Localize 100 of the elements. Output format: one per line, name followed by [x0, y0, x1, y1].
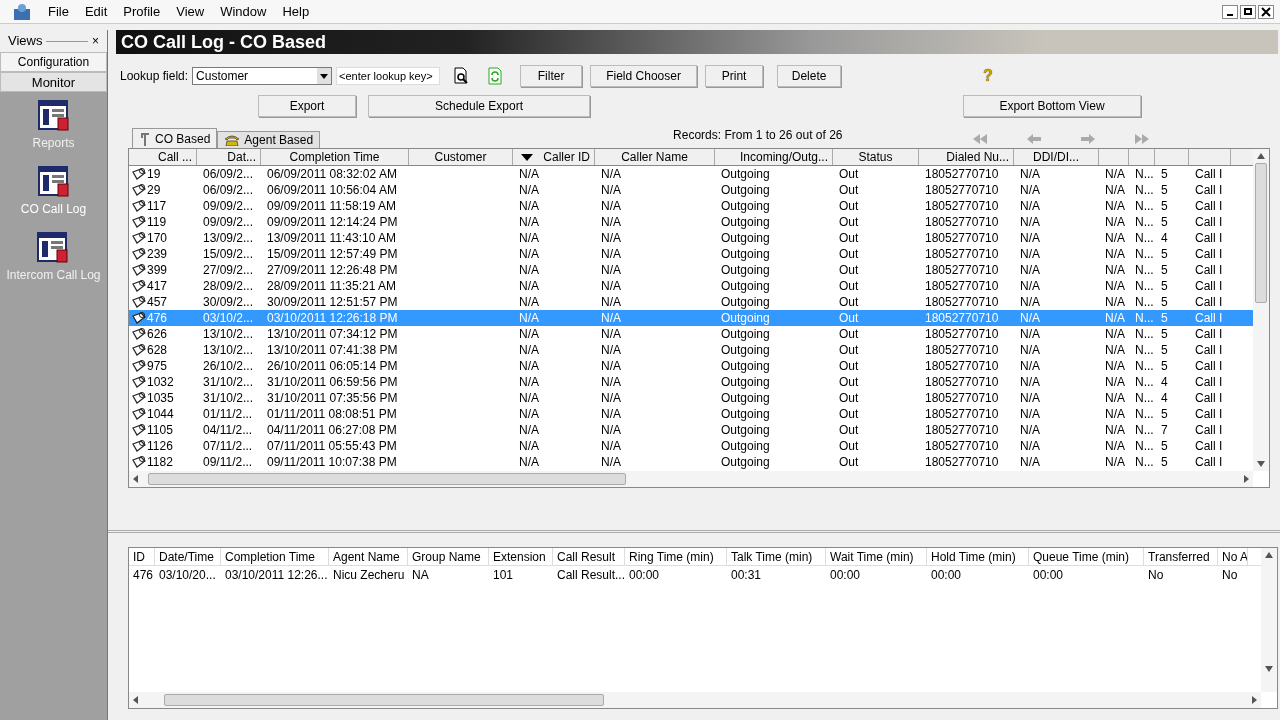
- column-header[interactable]: Dat...: [197, 149, 261, 165]
- up-arrow-icon[interactable]: [1257, 153, 1265, 159]
- table-cell: Call Result...: [557, 568, 625, 582]
- table-row[interactable]: 117 09/09/2... 09/09/2011 11:58:19 AM N/A N/A Outgoing Out 18052770710 N/A N/A N... 5 Call I: [129, 198, 1253, 214]
- column-header[interactable]: ID: [129, 548, 155, 565]
- left-arrow-icon[interactable]: [133, 475, 138, 483]
- column-header[interactable]: Completion Time: [261, 149, 409, 165]
- table-cell-text: Call I: [1195, 278, 1223, 295]
- export-button[interactable]: Schedule Export: [368, 95, 590, 117]
- column-header[interactable]: Transferred: [1144, 548, 1218, 565]
- table-cell: Nicu Zecheru: [333, 568, 405, 582]
- lookup-key-field[interactable]: <enter lookup key>: [336, 67, 441, 85]
- table-row[interactable]: 626 13/10/2... 13/10/2011 07:34:12 PM N/A N/A Outgoing Out 18052770710 N/A N/A N... 5 Call I: [129, 326, 1253, 342]
- phone-icon: [131, 311, 147, 325]
- table-cell-text: Call I: [1195, 310, 1223, 327]
- toolbar-button[interactable]: Filter: [520, 65, 583, 87]
- table-cell-text: Outgoing: [721, 198, 770, 215]
- vertical-scrollbar[interactable]: [1261, 548, 1277, 692]
- table-cell: 101: [493, 568, 514, 582]
- column-header[interactable]: Queue Time (min): [1029, 548, 1144, 565]
- table-cell-text: Call I: [1195, 342, 1223, 359]
- column-header[interactable]: Incoming/Outg...: [715, 149, 833, 165]
- table-row[interactable]: 239 15/09/2... 15/09/2011 12:57:49 PM N/A N/A Outgoing Out 18052770710 N/A N/A N... 5 Call I: [129, 246, 1253, 262]
- column-header[interactable]: Dialed Nu...: [919, 149, 1014, 165]
- table-cell-text: N...: [1135, 406, 1154, 423]
- right-arrow-icon[interactable]: [1252, 696, 1257, 704]
- table-row[interactable]: 1035 31/10/2... 31/10/2011 07:35:56 PM N/A N/A Outgoing Out 18052770710 N/A N/A N... 4 Call I: [129, 390, 1253, 406]
- table-row[interactable]: 628 13/10/2... 13/10/2011 07:41:38 PM N/A N/A Outgoing Out 18052770710 N/A N/A N... 5 Call I: [129, 342, 1253, 358]
- table-cell-text: 13/09/2011 11:43:10 AM: [267, 230, 396, 247]
- table-row[interactable]: 417 28/09/2... 28/09/2011 11:35:21 AM N/A N/A Outgoing Out 18052770710 N/A N/A N... 5 Call I: [129, 278, 1253, 294]
- column-header[interactable]: Caller Name: [595, 149, 715, 165]
- table-cell-text: N/A: [519, 406, 539, 423]
- table-row[interactable]: 119 09/09/2... 09/09/2011 12:14:24 PM N/A N/A Outgoing Out 18052770710 N/A N/A N... 5 Call I: [129, 214, 1253, 230]
- table-row[interactable]: 1126 07/11/2... 07/11/2011 05:55:43 PM N/A N/A Outgoing Out 18052770710 N/A N/A N... 5 Call I: [129, 438, 1253, 454]
- table-cell-text: 5: [1161, 262, 1168, 279]
- table-cell-text: N/A: [519, 294, 539, 311]
- toolbar-button[interactable]: Print: [705, 65, 764, 87]
- vertical-scrollbar[interactable]: [1253, 149, 1269, 471]
- column-header[interactable]: DDI/DI...: [1014, 149, 1099, 165]
- menu-item[interactable]: Help: [274, 1, 318, 22]
- toolbar-button[interactable]: Field Chooser: [590, 65, 698, 87]
- close-button[interactable]: ×: [92, 32, 99, 50]
- table-cell-text: Call I: [1195, 262, 1223, 279]
- table-row[interactable]: 1182 09/11/2... 09/11/2011 10:07:38 PM N/A N/A Outgoing Out 18052770710 N/A N/A N... 5 Call I: [129, 454, 1253, 470]
- horizontal-scrollbar[interactable]: [129, 692, 1261, 708]
- menu-item[interactable]: File: [40, 1, 77, 22]
- table-cell-text: Outgoing: [721, 246, 770, 263]
- column-header[interactable]: Wait Time (min): [826, 548, 927, 565]
- table-row[interactable]: 29 06/09/2... 06/09/2011 10:56:04 AM N/A N/A Outgoing Out 18052770710 N/A N/A N... 5 Call I: [129, 182, 1253, 198]
- tab[interactable]: Agent Based: [217, 131, 321, 148]
- refresh-icon[interactable]: [488, 67, 503, 85]
- export-bottom-button[interactable]: Export Bottom View: [963, 95, 1141, 117]
- table-row[interactable]: 975 26/10/2... 26/10/2011 06:05:14 PM N/A N/A Outgoing Out 18052770710 N/A N/A N... 5 Call I: [129, 358, 1253, 374]
- table-cell-text: 18052770710: [925, 438, 999, 455]
- restore-icon[interactable]: [1240, 4, 1256, 19]
- horizontal-scrollbar[interactable]: [129, 471, 1253, 487]
- section-header[interactable]: Monitor: [0, 72, 107, 92]
- table-cell-text: Call I: [1195, 246, 1223, 263]
- table-row[interactable]: 170 13/09/2... 13/09/2011 11:43:10 AM N/A N/A Outgoing Out 18052770710 N/A N/A N... 4 Call I: [129, 230, 1253, 246]
- down-arrow-icon[interactable]: [1257, 461, 1265, 467]
- table-row[interactable]: 1032 31/10/2... 31/10/2011 06:59:56 PM N/A N/A Outgoing Out 18052770710 N/A N/A N... 4 Call I: [129, 374, 1253, 390]
- left-arrow-icon[interactable]: [133, 696, 138, 704]
- lookup-dropdown[interactable]: Customer: [192, 67, 333, 85]
- table-cell-text: N...: [1135, 342, 1154, 359]
- section-header[interactable]: Configuration: [0, 52, 107, 72]
- column-header[interactable]: Agent Name: [329, 548, 408, 565]
- table-row[interactable]: 399 27/09/2... 27/09/2011 12:26:48 PM N/A N/A Outgoing Out 18052770710 N/A N/A N... 5 Call I: [129, 262, 1253, 278]
- table-cell-text: 31/10/2...: [203, 374, 254, 391]
- table-cell-text: 1044: [147, 406, 174, 423]
- column-header[interactable]: Customer: [409, 149, 513, 165]
- down-arrow-icon[interactable]: [1265, 666, 1273, 672]
- up-arrow-icon[interactable]: [1265, 552, 1273, 558]
- tab[interactable]: CO Based: [132, 128, 218, 148]
- table-cell-text: 26/10/2011 06:05:14 PM: [267, 358, 398, 375]
- table-row[interactable]: 457 30/09/2... 30/09/2011 12:51:57 PM N/A N/A Outgoing Out 18052770710 N/A N/A N... 5 Call I: [129, 294, 1253, 310]
- menu-item[interactable]: Window: [212, 1, 275, 22]
- column-header[interactable]: Status: [833, 149, 919, 165]
- menu-item[interactable]: Profile: [115, 1, 169, 22]
- menu-item[interactable]: Edit: [76, 1, 116, 22]
- column-header[interactable]: Caller ID: [513, 149, 595, 165]
- toolbar-button[interactable]: Delete: [777, 65, 842, 87]
- table-row[interactable]: 19 06/09/2... 06/09/2011 08:32:02 AM N/A N/A Outgoing Out 18052770710 N/A N/A N... 5 Call I: [129, 166, 1253, 182]
- minimize-icon[interactable]: [1222, 4, 1238, 19]
- column-header[interactable]: Talk Time (min): [727, 548, 826, 565]
- column-header[interactable]: Call ...: [129, 149, 197, 165]
- table-row[interactable]: 1044 01/11/2... 01/11/2011 08:08:51 PM N/A N/A Outgoing Out 18052770710 N/A N/A N... 5 Call I: [129, 406, 1253, 422]
- column-header[interactable]: Ring Time (min): [625, 548, 727, 565]
- phone-icon: [131, 199, 147, 213]
- table-cell-text: 09/11/2011 10:07:38 PM: [267, 454, 397, 471]
- menu-item[interactable]: View: [168, 1, 213, 22]
- export-button[interactable]: Export: [258, 95, 356, 117]
- column-header[interactable]: Extension: [489, 548, 553, 565]
- close-icon[interactable]: [1258, 4, 1274, 19]
- column-header[interactable]: Date/Time: [155, 548, 221, 565]
- column-header[interactable]: Group Name: [408, 548, 489, 565]
- column-header[interactable]: Hold Time (min): [927, 548, 1029, 565]
- table-row[interactable]: 1105 04/11/2... 04/11/2011 06:27:08 PM N/A N/A Outgoing Out 18052770710 N/A N/A N... 7 Call I: [129, 422, 1253, 438]
- column-header[interactable]: Call Result: [553, 548, 625, 565]
- right-arrow-icon[interactable]: [1244, 475, 1249, 483]
- column-header[interactable]: Completion Time: [221, 548, 329, 565]
